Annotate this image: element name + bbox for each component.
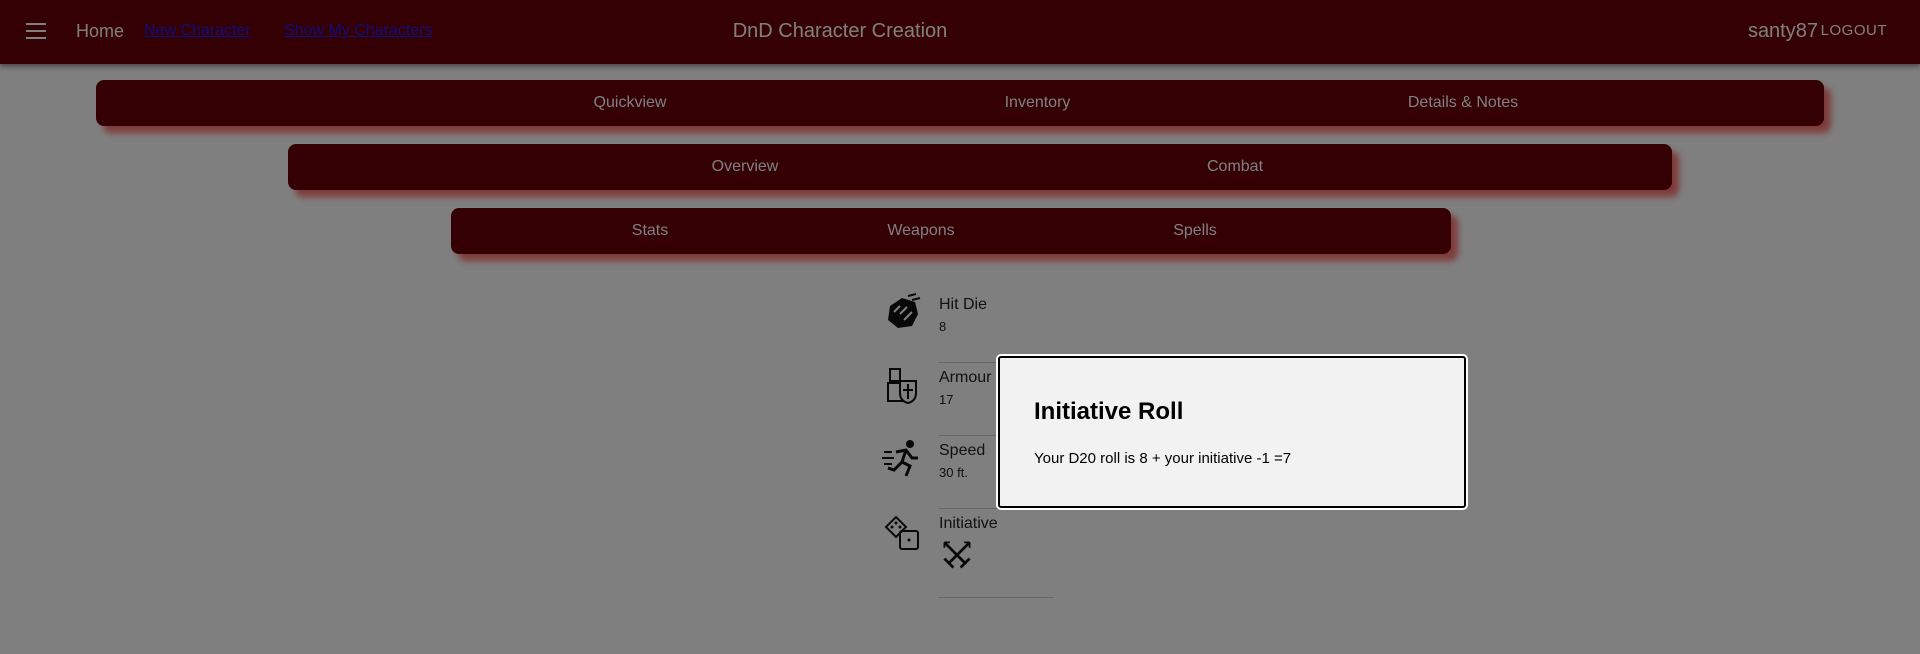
initiative-roll-dialog: Initiative Roll Your D20 roll is 8 + you… bbox=[998, 356, 1466, 508]
dialog-message: Your D20 roll is 8 + your initiative -1 … bbox=[1034, 450, 1292, 467]
modal-overlay[interactable] bbox=[0, 0, 1920, 654]
dialog-title: Initiative Roll bbox=[1034, 398, 1184, 425]
